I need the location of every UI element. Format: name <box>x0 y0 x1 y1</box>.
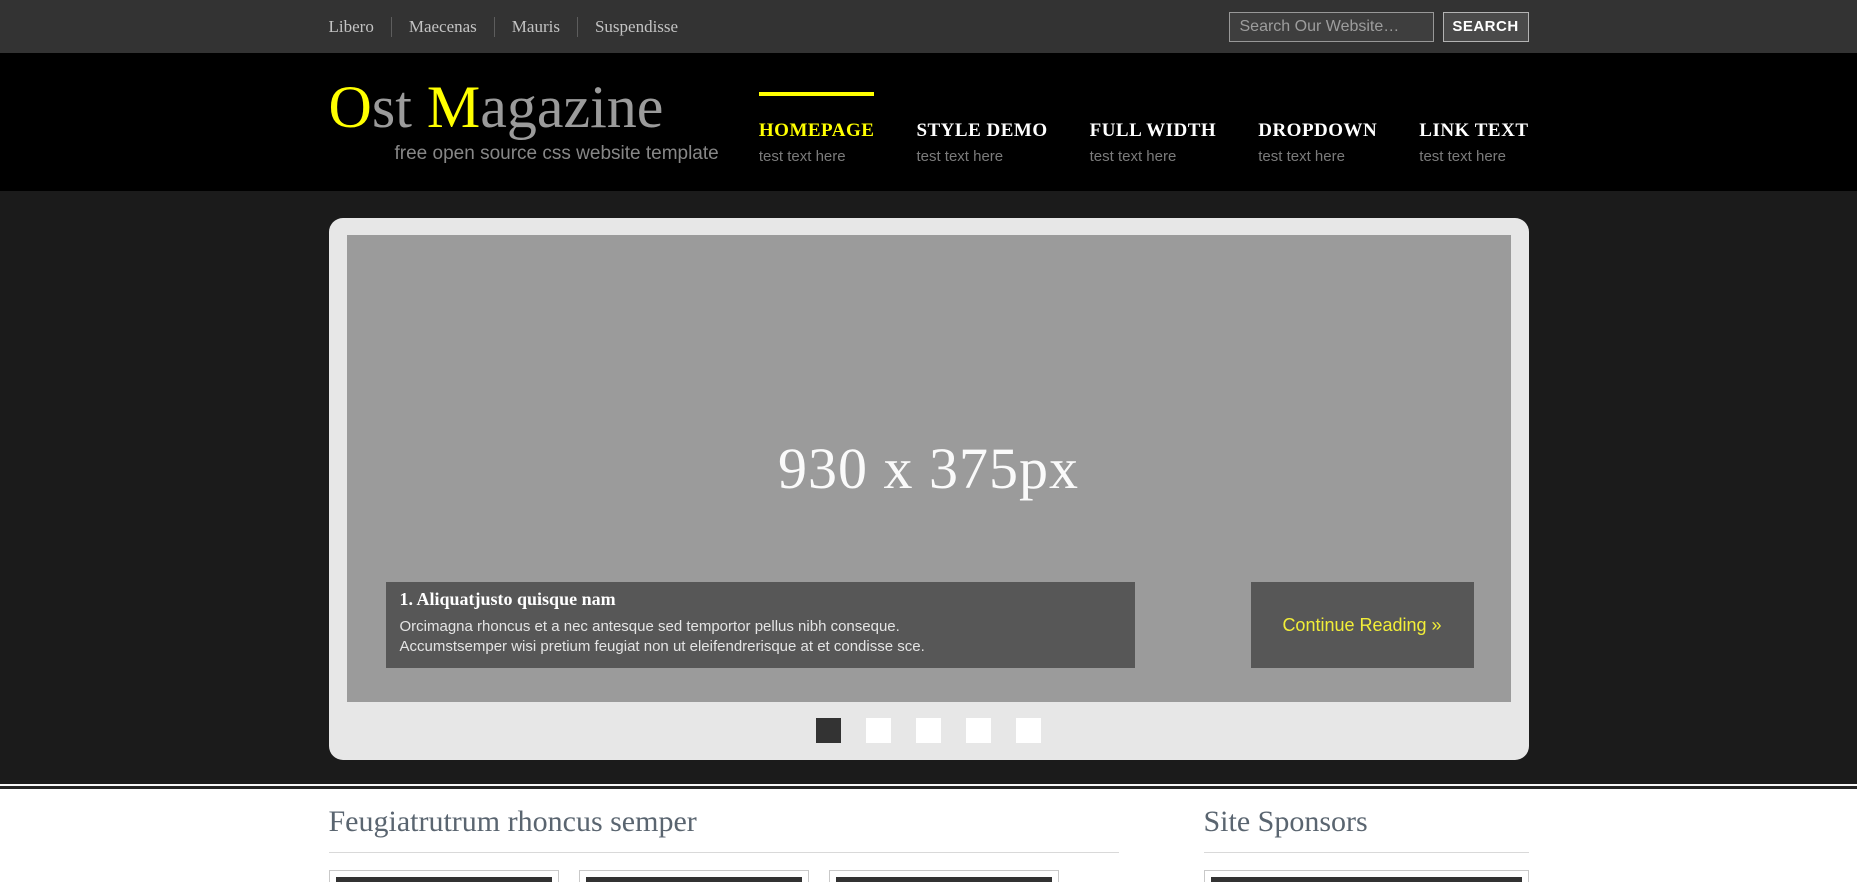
pagination-dot-2[interactable] <box>866 718 891 743</box>
logo-block: Ost Magazine free open source css websit… <box>329 77 719 191</box>
slider-pagination <box>347 718 1511 743</box>
article-cards-row <box>329 870 1119 882</box>
nav-label: FULL WIDTH <box>1090 120 1217 142</box>
articles-section-heading: Feugiatrutrum rhoncus semper <box>329 805 1119 839</box>
main-navigation: HOMEPAGE test text here STYLE DEMO test … <box>759 92 1529 191</box>
sponsor-cards-row <box>1204 870 1529 882</box>
top-utility-bar: Libero Maecenas Mauris Suspendisse SEARC… <box>0 0 1857 53</box>
nav-item-style-demo[interactable]: STYLE DEMO test text here <box>916 92 1047 165</box>
article-thumbnail-placeholder <box>336 877 552 882</box>
hero-section: 930 x 375px 1. Aliquatjusto quisque nam … <box>0 191 1857 786</box>
nav-subtitle: test text here <box>916 148 1047 165</box>
main-column: Feugiatrutrum rhoncus semper <box>329 789 1119 882</box>
slide-title: 1. Aliquatjusto quisque nam <box>400 589 1119 610</box>
pagination-dot-3[interactable] <box>916 718 941 743</box>
nav-subtitle: test text here <box>1419 148 1528 165</box>
utility-link-libero[interactable]: Libero <box>329 17 392 37</box>
sponsors-section-heading: Site Sponsors <box>1204 805 1529 839</box>
sponsor-banner-placeholder <box>1211 877 1522 882</box>
site-logo[interactable]: Ost Magazine <box>329 77 719 137</box>
utility-links: Libero Maecenas Mauris Suspendisse <box>329 17 696 37</box>
image-size-label: 930 x 375px <box>778 435 1079 502</box>
utility-link-suspendisse[interactable]: Suspendisse <box>578 17 695 37</box>
logo-accent-letter: M <box>427 74 480 140</box>
logo-letters: st <box>372 74 427 140</box>
article-card[interactable] <box>329 870 559 882</box>
nav-label: LINK TEXT <box>1419 120 1528 142</box>
slide-text-line2: Accumstsemper wisi pretium feugiat non u… <box>400 637 1119 657</box>
slider-card: 930 x 375px 1. Aliquatjusto quisque nam … <box>329 218 1529 760</box>
utility-link-mauris[interactable]: Mauris <box>495 17 578 37</box>
sponsor-card[interactable] <box>1204 870 1529 882</box>
masthead: Ost Magazine free open source css websit… <box>0 53 1857 191</box>
search-widget: SEARCH <box>1229 12 1529 42</box>
article-card[interactable] <box>579 870 809 882</box>
pagination-dot-1[interactable] <box>816 718 841 743</box>
utility-link-maecenas[interactable]: Maecenas <box>392 17 495 37</box>
nav-subtitle: test text here <box>759 148 875 165</box>
nav-item-full-width[interactable]: FULL WIDTH test text here <box>1090 92 1217 165</box>
pagination-dot-5[interactable] <box>1016 718 1041 743</box>
heading-rule <box>1204 852 1529 853</box>
nav-label: HOMEPAGE <box>759 120 875 142</box>
slide-placeholder-image: 930 x 375px 1. Aliquatjusto quisque nam … <box>347 235 1511 702</box>
nav-item-dropdown[interactable]: DROPDOWN test text here <box>1258 92 1377 165</box>
logo-accent-letter: O <box>329 74 372 140</box>
sidebar-column: Site Sponsors <box>1204 789 1529 882</box>
search-input[interactable] <box>1229 12 1434 42</box>
site-tagline: free open source css website template <box>395 143 719 165</box>
search-button[interactable]: SEARCH <box>1443 12 1529 42</box>
nav-item-homepage[interactable]: HOMEPAGE test text here <box>759 92 875 165</box>
article-thumbnail-placeholder <box>836 877 1052 882</box>
slide-text-line1: Orcimagna rhoncus et a nec antesque sed … <box>400 617 1119 637</box>
nav-label: DROPDOWN <box>1258 120 1377 142</box>
article-card[interactable] <box>829 870 1059 882</box>
content-section: Feugiatrutrum rhoncus semper Site Sponso… <box>0 786 1857 880</box>
pagination-dot-4[interactable] <box>966 718 991 743</box>
nav-item-link-text[interactable]: LINK TEXT test text here <box>1419 92 1528 165</box>
heading-rule <box>329 852 1119 853</box>
nav-subtitle: test text here <box>1258 148 1377 165</box>
article-thumbnail-placeholder <box>586 877 802 882</box>
nav-subtitle: test text here <box>1090 148 1217 165</box>
continue-reading-label: Continue Reading » <box>1282 615 1441 636</box>
logo-letters: agazine <box>480 74 663 140</box>
nav-label: STYLE DEMO <box>916 120 1047 142</box>
slide-caption: 1. Aliquatjusto quisque nam Orcimagna rh… <box>386 582 1135 668</box>
continue-reading-button[interactable]: Continue Reading » <box>1251 582 1474 668</box>
